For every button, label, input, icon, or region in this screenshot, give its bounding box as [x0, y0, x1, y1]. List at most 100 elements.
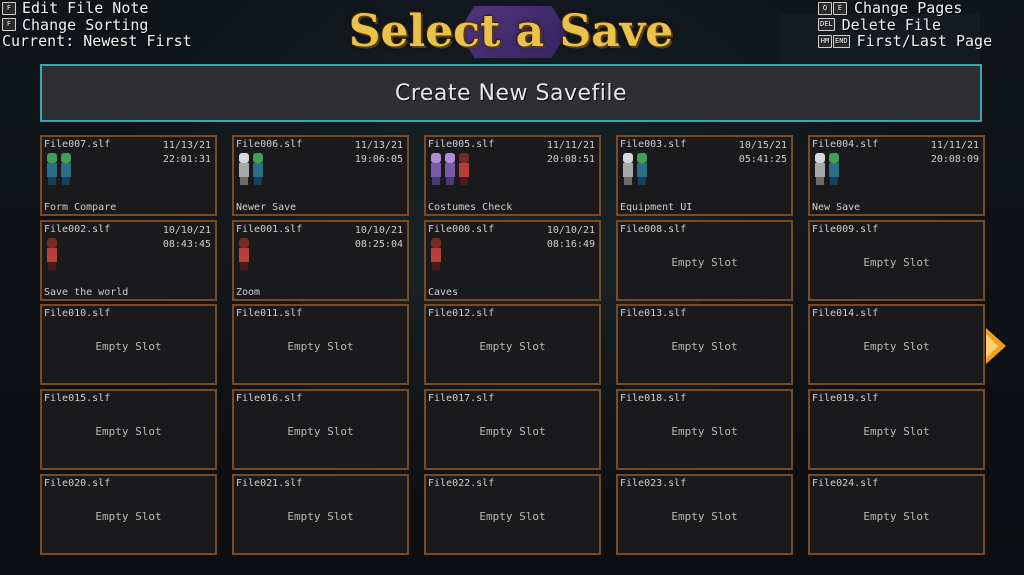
save-slot[interactable]: File011.slf Empty Slot	[232, 304, 409, 385]
character-sprite-icon	[252, 153, 264, 185]
slot-date: 11/11/21	[930, 140, 979, 151]
slot-filename: File019.slf	[812, 393, 879, 404]
current-sort-label: Current: Newest First	[2, 32, 192, 50]
character-sprite-icon	[814, 153, 826, 185]
slot-date: 10/10/21	[546, 225, 595, 236]
save-slot[interactable]: File007.slf 11/13/21 22:01:31 Form Compare	[40, 135, 217, 216]
empty-slot-label: Empty Slot	[671, 510, 738, 523]
slot-filename: File000.slf	[428, 224, 495, 235]
party-sprites	[46, 153, 72, 185]
character-sprite-icon	[430, 238, 442, 270]
save-slot[interactable]: File015.slf Empty Slot	[40, 389, 217, 470]
party-sprites	[622, 153, 648, 185]
slot-time: 05:41:25	[738, 154, 787, 165]
save-slot[interactable]: File005.slf 11/11/21 20:08:51 Costumes Chec…	[424, 135, 601, 216]
empty-slot-label: Empty Slot	[479, 510, 546, 523]
next-page-arrow-highlight	[986, 334, 998, 358]
save-slot[interactable]: File023.slf Empty Slot	[616, 474, 793, 555]
empty-slot-label: Empty Slot	[287, 510, 354, 523]
slot-filename: File018.slf	[620, 393, 687, 404]
slot-date: 11/13/21	[162, 140, 211, 151]
save-slot[interactable]: File009.slf Empty Slot	[808, 220, 985, 301]
save-slot[interactable]: File000.slf 10/10/21 08:16:49 Caves	[424, 220, 601, 301]
slot-filename: File008.slf	[620, 224, 687, 235]
edit-note-hint: F Edit File Note	[2, 0, 192, 17]
delete-file-label: Delete File	[841, 15, 941, 34]
save-slot[interactable]: File020.slf Empty Slot	[40, 474, 217, 555]
save-slot[interactable]: File010.slf Empty Slot	[40, 304, 217, 385]
change-sorting-hint: F Change Sorting	[2, 16, 192, 34]
character-sprite-icon	[458, 153, 470, 185]
empty-slot-label: Empty Slot	[671, 256, 738, 269]
save-slot[interactable]: File019.slf Empty Slot	[808, 389, 985, 470]
save-slot[interactable]: File012.slf Empty Slot	[424, 304, 601, 385]
slot-filename: File021.slf	[236, 478, 303, 489]
slot-note: Save the world	[44, 287, 129, 298]
slot-timestamp: 11/11/21 20:08:51	[547, 139, 595, 167]
save-slot[interactable]: File021.slf Empty Slot	[232, 474, 409, 555]
first-last-page-hint: HM END First/Last Page	[818, 33, 992, 50]
empty-slot-label: Empty Slot	[863, 425, 930, 438]
slot-time: 22:01:31	[162, 154, 211, 165]
change-pages-label: Change Pages	[854, 0, 963, 17]
first-last-page-label: First/Last Page	[856, 32, 993, 50]
empty-slot-label: Empty Slot	[863, 340, 930, 353]
home-end-keys-icon: HM END	[818, 34, 851, 48]
party-sprites	[814, 153, 840, 185]
slot-date: 10/10/21	[162, 225, 211, 236]
save-slot[interactable]: File002.slf 10/10/21 08:43:45 Save the worl…	[40, 220, 217, 301]
slot-time: 08:25:04	[354, 239, 403, 250]
character-sprite-icon	[444, 153, 456, 185]
slot-note: New Save	[812, 202, 861, 213]
slot-note: Form Compare	[44, 202, 117, 213]
slot-filename: File011.slf	[236, 308, 303, 319]
slot-filename: File014.slf	[812, 308, 879, 319]
save-slot[interactable]: File022.slf Empty Slot	[424, 474, 601, 555]
character-sprite-icon	[60, 153, 72, 185]
save-slot[interactable]: File008.slf Empty Slot	[616, 220, 793, 301]
slot-filename: File002.slf	[44, 224, 111, 235]
slot-time: 08:43:45	[162, 239, 211, 250]
slot-date: 10/10/21	[354, 225, 403, 236]
empty-slot-label: Empty Slot	[95, 425, 162, 438]
slot-timestamp: 10/15/21 05:41:25	[739, 139, 787, 167]
empty-slot-label: Empty Slot	[671, 340, 738, 353]
slot-note: Zoom	[236, 287, 261, 298]
slot-timestamp: 10/10/21 08:25:04	[355, 224, 403, 252]
slot-filename: File005.slf	[428, 139, 495, 150]
empty-slot-label: Empty Slot	[863, 256, 930, 269]
save-slot[interactable]: File016.slf Empty Slot	[232, 389, 409, 470]
slot-note: Caves	[428, 287, 459, 298]
save-slot[interactable]: File004.slf 11/11/21 20:08:09 New Save	[808, 135, 985, 216]
character-sprite-icon	[828, 153, 840, 185]
slot-filename: File010.slf	[44, 308, 111, 319]
slot-note: Newer Save	[236, 202, 297, 213]
slot-filename: File024.slf	[812, 478, 879, 489]
slot-filename: File017.slf	[428, 393, 495, 404]
slot-time: 20:08:51	[546, 154, 595, 165]
save-slot[interactable]: File006.slf 11/13/21 19:06:05 Newer Save	[232, 135, 409, 216]
slot-time: 19:06:05	[354, 154, 403, 165]
create-new-savefile-button[interactable]: Create New Savefile	[40, 64, 982, 122]
slot-timestamp: 11/13/21 22:01:31	[163, 139, 211, 167]
slot-filename: File022.slf	[428, 478, 495, 489]
slot-date: 11/11/21	[546, 140, 595, 151]
save-slot[interactable]: File018.slf Empty Slot	[616, 389, 793, 470]
controls-hint-left: F Edit File Note F Change Sorting Curren…	[2, 0, 192, 50]
save-slot[interactable]: File001.slf 10/10/21 08:25:04 Zoom	[232, 220, 409, 301]
save-slot[interactable]: File017.slf Empty Slot	[424, 389, 601, 470]
empty-slot-label: Empty Slot	[863, 510, 930, 523]
save-slot[interactable]: File013.slf Empty Slot	[616, 304, 793, 385]
slot-timestamp: 10/10/21 08:43:45	[163, 224, 211, 252]
delete-file-hint: DEL Delete File	[818, 15, 992, 34]
slot-time: 08:16:49	[546, 239, 595, 250]
empty-slot-label: Empty Slot	[287, 340, 354, 353]
save-slot[interactable]: File024.slf Empty Slot	[808, 474, 985, 555]
save-slot[interactable]: File014.slf Empty Slot	[808, 304, 985, 385]
character-sprite-icon	[238, 238, 250, 270]
save-slot[interactable]: File003.slf 10/15/21 05:41:25 Equipment UI	[616, 135, 793, 216]
slot-filename: File006.slf	[236, 139, 303, 150]
empty-slot-label: Empty Slot	[479, 340, 546, 353]
slot-filename: File023.slf	[620, 478, 687, 489]
slot-timestamp: 11/13/21 19:06:05	[355, 139, 403, 167]
